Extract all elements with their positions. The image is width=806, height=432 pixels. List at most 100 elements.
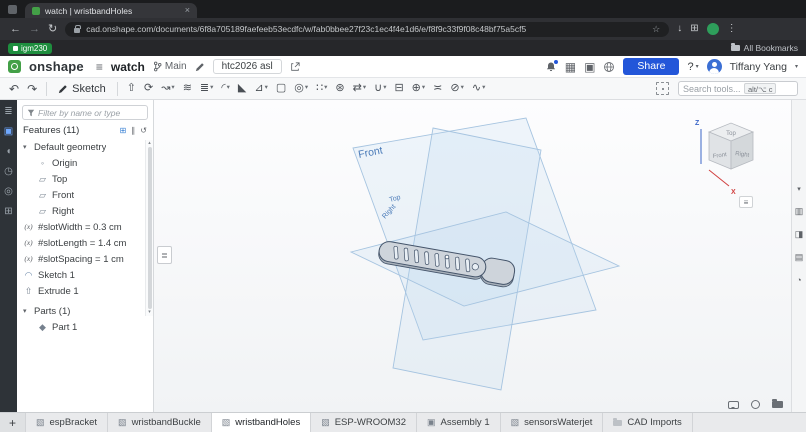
tab-espbracket[interactable]: ▧ espBracket <box>26 413 109 432</box>
tab-wristbandbuckle[interactable]: ▧ wristbandBuckle <box>108 413 212 432</box>
extension-chip[interactable]: igm230 <box>8 42 53 54</box>
search-icon[interactable]: ◎ <box>4 187 13 197</box>
filter-box[interactable] <box>22 105 148 120</box>
tab-close-icon[interactable]: × <box>185 6 190 15</box>
feature-origin[interactable]: ◦ Origin <box>17 155 153 171</box>
tab-wristbandholes[interactable]: ▧ wristbandHoles <box>211 413 312 432</box>
globe-icon[interactable] <box>603 61 615 73</box>
tool-thicken[interactable]: ≣ ▾ <box>197 81 216 96</box>
status-circle-icon[interactable] <box>751 400 760 409</box>
graphics-viewport[interactable]: Front Top Right Top Front Right Z X ≡ ≣ <box>154 100 791 412</box>
feature-default-geometry[interactable]: ▾ Default geometry <box>17 139 153 155</box>
view-cube-menu-button[interactable]: ≡ <box>739 196 753 208</box>
onshape-logo[interactable] <box>8 60 21 73</box>
clone-document-icon[interactable]: ▣ <box>584 61 595 73</box>
tab-cad-imports[interactable]: CAD Imports <box>603 413 693 432</box>
redo-icon[interactable]: ↷ <box>24 83 40 95</box>
reload-icon[interactable]: ↻ <box>48 23 57 35</box>
search-tools-box[interactable]: alt/⌥ c <box>678 81 798 96</box>
custom-tables-icon[interactable]: ◔ <box>796 276 801 285</box>
origin-marker[interactable] <box>444 254 450 260</box>
band-slot[interactable] <box>414 249 419 264</box>
extensions-icon[interactable]: ⊞ <box>690 24 698 34</box>
browser-menu-icon[interactable]: ⋮ <box>727 24 737 34</box>
downloads-icon[interactable]: ↓ <box>677 24 682 34</box>
variable-slotspacing[interactable]: (x) #slotSpacing = 1 cm <box>17 251 153 267</box>
tool-delete-part[interactable]: ⊘ ▾ <box>447 81 466 96</box>
chevron-down-icon[interactable]: ▾ <box>23 307 30 315</box>
tab-manager-folder-icon[interactable] <box>772 399 783 408</box>
address-bar[interactable]: cad.onshape.com/documents/6f8a705189faef… <box>65 21 670 37</box>
appearance-icon[interactable]: ▤ <box>795 253 804 262</box>
band-slot[interactable] <box>403 247 409 262</box>
feature-front-plane[interactable]: ▱ Front <box>17 187 153 203</box>
band-slot[interactable] <box>424 251 430 265</box>
suppress-icon[interactable]: ∥ <box>131 126 135 135</box>
tool-offset-surface[interactable]: ≍ <box>430 81 445 96</box>
sketch-button[interactable]: Sketch <box>53 81 111 97</box>
tool-sweep[interactable]: ↝ ▾ <box>158 81 177 96</box>
rename-pencil-icon[interactable] <box>195 62 205 72</box>
parts-section-header[interactable]: ▾ Parts (1) <box>17 303 153 319</box>
element-chip[interactable]: htc2026 asl <box>212 59 282 74</box>
scroll-down-icon[interactable]: ▾ <box>148 310 151 315</box>
chevron-down-icon[interactable]: ▾ <box>23 143 30 151</box>
feature-extrude-1[interactable]: ⇧ Extrude 1 <box>17 283 153 299</box>
configurations-icon[interactable]: ◨ <box>795 230 804 239</box>
bookmark-star-icon[interactable]: ☆ <box>652 24 660 35</box>
tool-transform[interactable]: ⊕ ▾ <box>409 81 428 96</box>
all-bookmarks-button[interactable]: All Bookmarks <box>730 43 798 53</box>
tool-curves[interactable]: ∿ ▾ <box>469 81 488 96</box>
undo-icon[interactable]: ↶ <box>6 83 22 95</box>
forward-icon[interactable]: → <box>29 23 40 35</box>
tool-draft[interactable]: ⊿ ▾ <box>251 81 270 96</box>
feature-tree-scrollbar[interactable]: ▴ ▾ <box>145 140 153 316</box>
tool-fillet[interactable]: ◜ ▾ <box>218 81 233 96</box>
filter-input[interactable] <box>38 107 143 118</box>
rollback-history-icon[interactable]: ↺ <box>140 126 147 135</box>
variable-slotlength[interactable]: (x) #slotLength = 1.4 cm <box>17 235 153 251</box>
feedback-bubble-icon[interactable] <box>728 400 739 409</box>
band-slot[interactable] <box>454 256 460 271</box>
tool-hole[interactable]: ◎ ▾ <box>291 81 311 96</box>
tool-boolean[interactable]: ∪ ▾ <box>371 81 389 96</box>
tables-icon[interactable]: ⊞ <box>4 207 12 217</box>
band-slot[interactable] <box>393 245 399 260</box>
document-title[interactable]: watch <box>111 60 145 74</box>
panel-collapse-handle[interactable]: ≣ <box>157 246 172 264</box>
tool-mirror[interactable]: ⇄ ▾ <box>350 81 369 96</box>
tab-esp-wroom32[interactable]: ▧ ESP-WROOM32 <box>311 413 417 432</box>
browser-tab[interactable]: watch | wristbandHoles × <box>25 3 197 18</box>
browser-profile-avatar[interactable] <box>706 23 719 35</box>
feature-top-plane[interactable]: ▱ Top <box>17 171 153 187</box>
feature-list-icon[interactable]: ▣ <box>4 127 13 137</box>
collapse-panel-icon[interactable]: ▾ <box>797 186 801 193</box>
insert-feature-icon[interactable]: ⊞ <box>120 126 127 135</box>
tool-revolve[interactable]: ⟳ <box>141 81 156 96</box>
workspace-selector[interactable]: Main <box>153 61 187 72</box>
notifications-button[interactable] <box>545 58 559 73</box>
tool-extrude[interactable]: ⇧ <box>124 81 139 96</box>
tool-circular-pattern[interactable]: ⊛ <box>332 81 347 96</box>
history-icon[interactable]: ◷ <box>4 167 13 177</box>
scroll-up-icon[interactable]: ▴ <box>148 141 151 146</box>
tab-assembly-1[interactable]: ▣ Assembly 1 <box>417 413 501 432</box>
tool-split[interactable]: ⊟ <box>391 81 406 96</box>
tool-linear-pattern[interactable]: ∷ ▾ <box>313 81 330 96</box>
publish-icon[interactable] <box>290 61 300 72</box>
chevron-down-icon[interactable]: ▾ <box>795 63 798 70</box>
tool-loft[interactable]: ≋ <box>180 81 195 96</box>
feature-right-plane[interactable]: ▱ Right <box>17 203 153 219</box>
insert-new-tab-button[interactable]: + <box>0 413 26 432</box>
view-cube[interactable]: Top Front Right Z X <box>685 112 777 204</box>
band-slot[interactable] <box>434 253 440 267</box>
band-slot[interactable] <box>465 258 471 273</box>
tool-chamfer[interactable]: ◣ <box>235 81 249 96</box>
feature-sketch-1[interactable]: ◠ Sketch 1 <box>17 267 153 283</box>
main-menu-icon[interactable]: ≡ <box>96 60 103 74</box>
select-marquee-icon[interactable] <box>656 82 669 95</box>
tab-sensorswaterjet[interactable]: ▧ sensorsWaterjet <box>501 413 604 432</box>
tool-shell[interactable]: ▢ <box>273 81 289 96</box>
part-1-item[interactable]: ◆ Part 1 <box>17 319 153 335</box>
comments-icon[interactable]: ◖ <box>5 147 11 157</box>
